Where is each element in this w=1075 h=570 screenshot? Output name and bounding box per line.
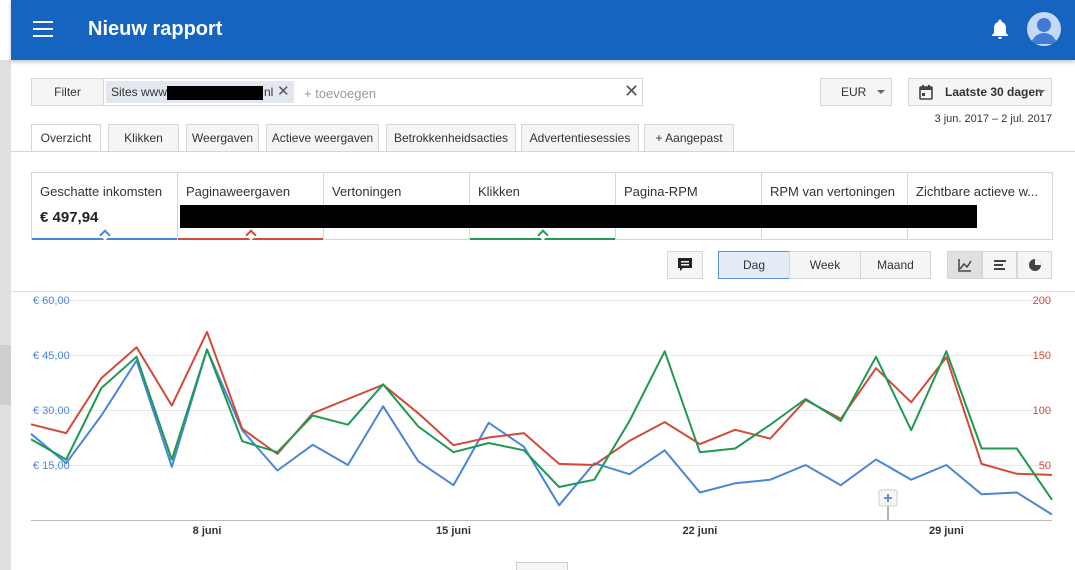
bar-chart-icon: [994, 260, 1006, 270]
tab-betrokkenheidsacties[interactable]: Betrokkenheidsacties: [386, 124, 516, 152]
line-chart: € 15,00€ 30,00€ 45,00€ 60,00501001502008…: [11, 291, 1075, 537]
tab-aangepast[interactable]: + Aangepast: [644, 124, 734, 152]
menu-icon[interactable]: [33, 21, 53, 37]
y-right-tick-label: 50: [1039, 460, 1051, 472]
pie-chart-icon: [1029, 259, 1041, 271]
granularity-day[interactable]: Dag: [718, 251, 790, 279]
granularity-month[interactable]: Maand: [860, 251, 931, 279]
metric-label: Paginaweergaven: [186, 184, 291, 199]
left-scroll-knob[interactable]: [0, 345, 11, 405]
currency-label: EUR: [841, 85, 867, 99]
granularity-week[interactable]: Week: [789, 251, 861, 279]
bar-chart-view-button[interactable]: [982, 251, 1017, 279]
pie-chart-view-button[interactable]: [1017, 251, 1052, 279]
plus-icon: +: [655, 131, 663, 145]
date-range-select[interactable]: Laatste 30 dagen: [908, 78, 1052, 106]
metric-label: Zichtbare actieve w...: [916, 184, 1039, 199]
metric-label: Vertoningen: [332, 184, 402, 199]
resize-handle[interactable]: [516, 562, 568, 570]
metric-label: Pagina-RPM: [624, 184, 698, 199]
chip-label: Sites www.: [111, 85, 170, 99]
tab-aangepast-label: Aangepast: [665, 131, 723, 145]
chevron-down-icon: [1037, 90, 1045, 94]
line-chart-icon: [958, 259, 972, 272]
y-left-tick-label: € 45,00: [33, 350, 70, 362]
metric-value: € 497,94: [40, 209, 99, 226]
series-line: [30, 348, 1053, 516]
y-left-tick-label: € 30,00: [33, 405, 70, 417]
x-tick-label: 22 juni: [683, 525, 718, 537]
chip-remove-icon[interactable]: ✕: [277, 81, 290, 103]
annotation-button[interactable]: [667, 251, 703, 279]
redacted-domain: [167, 86, 263, 100]
tab-divider: [11, 151, 1075, 152]
tab-actieve-weergaven[interactable]: Actieve weergaven: [266, 124, 379, 152]
currency-select[interactable]: EUR: [820, 78, 892, 106]
user-icon: [1031, 18, 1057, 44]
x-tick-label: 29 juni: [929, 525, 964, 537]
calendar-icon: [919, 85, 933, 100]
page-title: Nieuw rapport: [88, 18, 223, 40]
date-range-text: 3 jun. 2017 – 2 jul. 2017: [934, 113, 1052, 125]
app-bar: Nieuw rapport: [11, 0, 1075, 60]
filter-bar: Filter Sites www. nl ✕ + toevoegen ✕: [31, 78, 643, 106]
chevron-down-icon: [877, 90, 885, 94]
chip-suffix: nl: [264, 85, 274, 99]
metric-card-inkomsten[interactable]: Geschatte inkomsten € 497,94: [32, 173, 178, 241]
bell-icon[interactable]: [988, 17, 1012, 41]
tab-klikken[interactable]: Klikken: [108, 124, 179, 152]
y-right-tick-label: 150: [1033, 350, 1051, 362]
tab-weergaven[interactable]: Weergaven: [186, 124, 259, 152]
left-scroll-strip: [0, 60, 11, 570]
metric-label: RPM van vertoningen: [770, 184, 896, 199]
x-tick-label: 8 juni: [193, 525, 222, 537]
avatar[interactable]: [1027, 12, 1061, 46]
x-tick-label: 15 juni: [436, 525, 471, 537]
line-chart-view-button[interactable]: [947, 251, 982, 279]
date-range-label: Laatste 30 dagen: [945, 85, 1043, 99]
filter-button[interactable]: Filter: [32, 79, 104, 105]
redacted-values: [180, 205, 977, 228]
metric-label: Geschatte inkomsten: [40, 184, 163, 199]
site-filter-chip[interactable]: Sites www. nl ✕: [106, 81, 294, 103]
add-filter-input[interactable]: + toevoegen: [304, 86, 376, 101]
tab-advertentiesessies[interactable]: Advertentiesessies: [521, 124, 639, 152]
y-left-tick-label: € 60,00: [33, 295, 70, 307]
y-right-tick-label: 100: [1033, 405, 1051, 417]
clear-filter-icon[interactable]: ✕: [624, 81, 639, 102]
comment-icon: [678, 258, 692, 271]
y-right-tick-label: 200: [1033, 295, 1051, 307]
metric-label: Klikken: [478, 184, 520, 199]
tab-overzicht[interactable]: Overzicht: [31, 124, 101, 153]
